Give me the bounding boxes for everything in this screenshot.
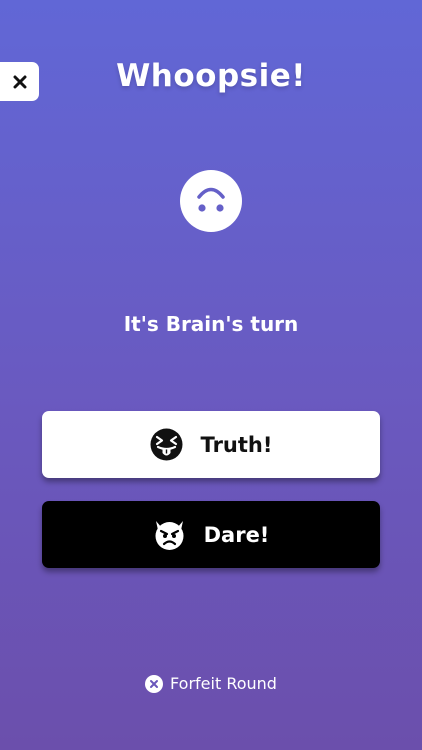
devil-face-icon	[155, 521, 184, 550]
page-title: Whoopsie!	[116, 58, 306, 94]
upside-down-face-icon	[180, 170, 242, 232]
turn-text: It's Brain's turn	[123, 312, 299, 336]
forfeit-round-button[interactable]: Forfeit Round	[0, 674, 422, 693]
truth-label: Truth!	[200, 432, 273, 457]
dare-label: Dare!	[203, 522, 270, 547]
dare-button[interactable]: Dare!	[42, 501, 380, 568]
truth-button[interactable]: Truth!	[42, 411, 380, 478]
forfeit-round-label: Forfeit Round	[170, 674, 277, 693]
close-circle-icon	[145, 674, 164, 693]
tongue-out-face-icon	[150, 428, 183, 461]
